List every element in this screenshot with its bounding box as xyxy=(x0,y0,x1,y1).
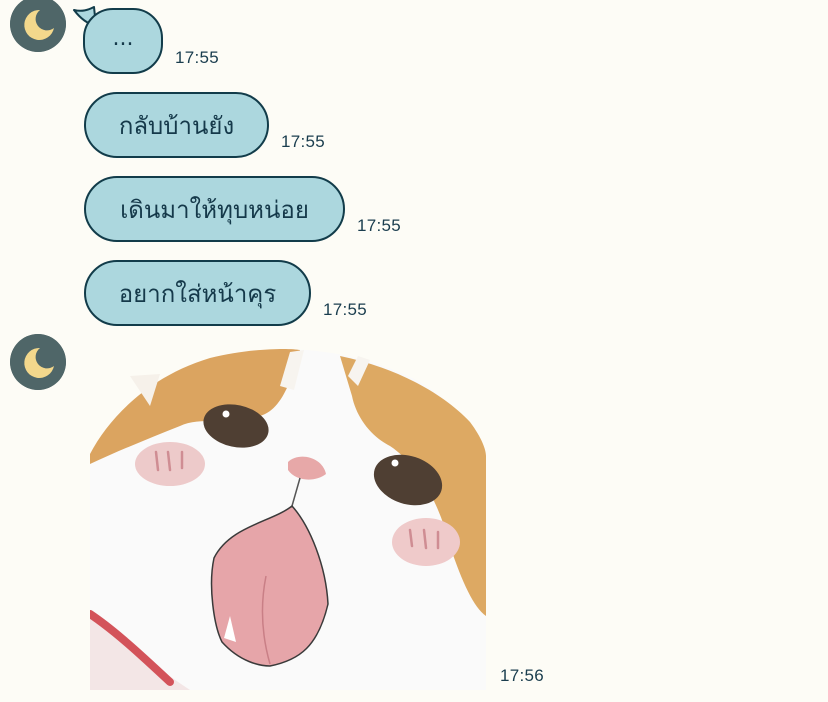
message-text: ... xyxy=(112,25,134,51)
message-time: 17:55 xyxy=(357,216,402,235)
message-bubble[interactable]: เดินมาให้ทุบหน่อย xyxy=(84,176,345,242)
message-time: 17:55 xyxy=(323,300,368,319)
message-bubble[interactable]: ... xyxy=(83,8,163,74)
message-text: อยากใส่หน้าคุร xyxy=(118,279,277,308)
message-time: 17:55 xyxy=(281,132,326,151)
message-text: เดินมาให้ทุบหน่อย xyxy=(120,195,309,224)
cat-sticker[interactable] xyxy=(90,346,486,690)
message-bubble[interactable]: กลับบ้านยัง xyxy=(84,92,269,158)
avatar[interactable] xyxy=(10,0,66,52)
message-time: 17:56 xyxy=(500,666,545,685)
message-time: 17:55 xyxy=(175,48,220,67)
crescent-moon-icon xyxy=(10,0,66,52)
message-text: กลับบ้านยัง xyxy=(118,111,235,140)
crescent-moon-icon xyxy=(10,334,66,390)
avatar[interactable] xyxy=(10,334,66,390)
message-bubble[interactable]: อยากใส่หน้าคุร xyxy=(84,260,311,326)
